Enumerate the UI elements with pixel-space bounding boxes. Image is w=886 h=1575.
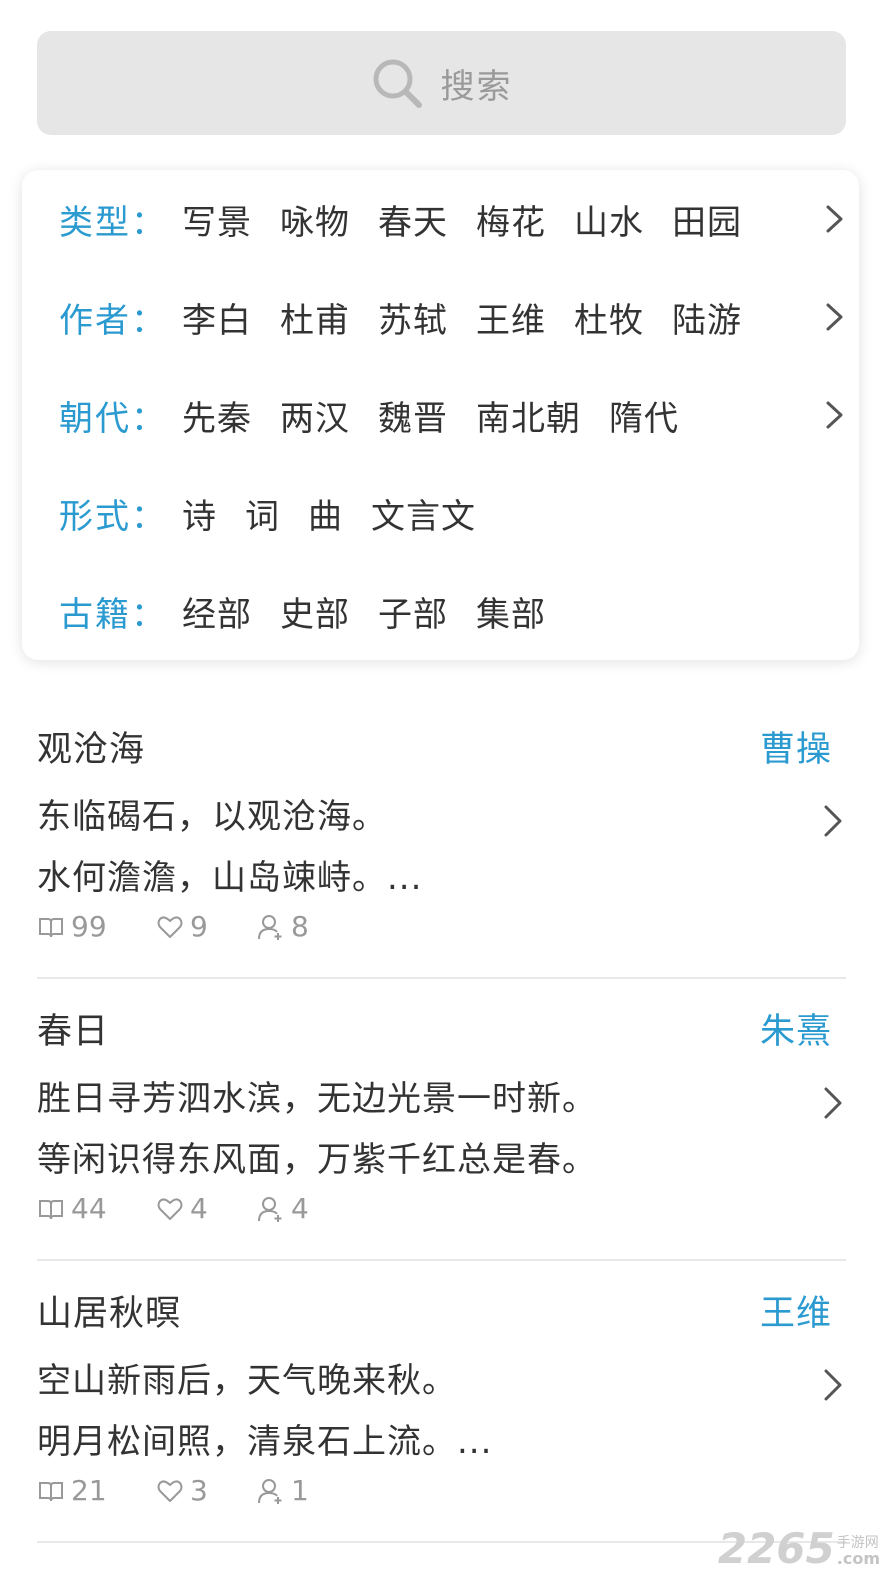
reads-stat: 44 (37, 1192, 156, 1225)
filter-option[interactable]: 子部 (378, 587, 448, 636)
reads-count: 44 (71, 1192, 107, 1225)
poem-title: 春日 (37, 1012, 110, 1052)
filter-option[interactable]: 史部 (280, 587, 350, 636)
filter-option[interactable]: 苏轼 (378, 293, 448, 342)
filter-option[interactable]: 田园 (672, 195, 742, 244)
filter-option[interactable]: 王维 (476, 293, 546, 342)
filter-label-type: 类型： (59, 202, 167, 243)
reads-stat: 21 (37, 1474, 156, 1507)
poem-line: 水何澹澹，山岛竦峙。... (37, 858, 423, 898)
filter-option[interactable]: 咏物 (280, 195, 350, 244)
likes-stat[interactable]: 3 (156, 1474, 257, 1507)
filter-option[interactable]: 杜牧 (574, 293, 644, 342)
poem-list-item[interactable]: 春日 朱熹 胜日寻芳泗水滨，无边光景一时新。 等闲识得东风面，万紫千红总是春。 … (37, 979, 846, 1261)
watermark-side: 手游网 .com (837, 1535, 880, 1567)
filter-options-type: 写景 咏物 春天 梅花 山水 田园 (182, 195, 770, 244)
reads-count: 21 (71, 1474, 107, 1507)
filter-options-form: 诗 词 曲 文言文 (182, 489, 504, 538)
poem-line: 明月松间照，清泉石上流。... (37, 1422, 493, 1462)
users-count: 8 (291, 910, 309, 943)
poem-author[interactable]: 曹操 (760, 721, 832, 772)
poem-stats: 21 3 1 (37, 1474, 337, 1507)
poem-line: 东临碣石，以观沧海。 (37, 797, 387, 837)
poem-author[interactable]: 朱熹 (760, 1003, 832, 1054)
filter-row-dynasty: 朝代： 先秦 两汉 魏晋 南北朝 隋代 (22, 366, 859, 464)
poem-line: 胜日寻芳泗水滨，无边光景一时新。 (37, 1079, 597, 1119)
poem-stats: 44 4 4 (37, 1192, 337, 1225)
filter-option[interactable]: 春天 (378, 195, 448, 244)
filter-row-classics: 古籍： 经部 史部 子部 集部 (22, 562, 859, 660)
filter-label-author: 作者： (59, 300, 167, 341)
filter-row-form: 形式： 诗 词 曲 文言文 (22, 464, 859, 562)
filter-option[interactable]: 诗 (182, 489, 217, 538)
filter-options-author: 李白 杜甫 苏轼 王维 杜牧 陆游 (182, 293, 770, 342)
filter-label-dynasty: 朝代： (59, 398, 167, 439)
filter-option[interactable]: 先秦 (182, 391, 252, 440)
chevron-right-icon[interactable] (819, 302, 849, 332)
watermark-logo: 2265 手游网 .com (718, 1524, 880, 1573)
filter-option[interactable]: 杜甫 (280, 293, 350, 342)
filter-option[interactable]: 经部 (182, 587, 252, 636)
users-stat: 8 (257, 910, 337, 943)
likes-stat[interactable]: 9 (156, 910, 257, 943)
chevron-right-icon (824, 1369, 842, 1401)
likes-stat[interactable]: 4 (156, 1192, 257, 1225)
poem-title: 山居秋暝 (37, 1294, 182, 1334)
search-icon (373, 59, 422, 108)
filter-option[interactable]: 文言文 (371, 489, 476, 538)
heart-icon (157, 915, 183, 938)
filter-option[interactable]: 李白 (182, 293, 252, 342)
filter-options-classics: 经部 史部 子部 集部 (182, 587, 574, 636)
filter-option[interactable]: 山水 (574, 195, 644, 244)
poem-author[interactable]: 王维 (760, 1285, 832, 1336)
chevron-right-icon[interactable] (819, 204, 849, 234)
search-placeholder: 搜索 (440, 66, 513, 107)
filter-option[interactable]: 词 (245, 489, 280, 538)
filter-panel: 类型： 写景 咏物 春天 梅花 山水 田园 作者： 李白 杜甫 苏轼 王维 杜牧… (22, 170, 859, 660)
book-icon (39, 1199, 63, 1219)
user-add-icon (258, 1196, 282, 1222)
poem-line: 等闲识得东风面，万紫千红总是春。 (37, 1140, 597, 1180)
poem-title: 观沧海 (37, 730, 146, 770)
reads-count: 99 (71, 910, 107, 943)
filter-option[interactable]: 陆游 (672, 293, 742, 342)
filter-option[interactable]: 曲 (308, 489, 343, 538)
likes-count: 3 (190, 1474, 208, 1507)
watermark-com: .com (836, 1549, 880, 1568)
poem-list-item[interactable]: 山居秋暝 王维 空山新雨后，天气晚来秋。 明月松间照，清泉石上流。... 21 … (37, 1261, 846, 1543)
filter-row-author: 作者： 李白 杜甫 苏轼 王维 杜牧 陆游 (22, 268, 859, 366)
chevron-right-icon (824, 805, 842, 837)
book-icon (39, 1481, 63, 1501)
poem-line: 空山新雨后，天气晚来秋。 (37, 1361, 457, 1401)
users-count: 1 (291, 1474, 309, 1507)
heart-icon (157, 1479, 183, 1502)
user-add-icon (258, 1478, 282, 1504)
filter-option[interactable]: 魏晋 (378, 391, 448, 440)
chevron-right-icon[interactable] (819, 400, 849, 430)
filter-option[interactable]: 写景 (182, 195, 252, 244)
likes-count: 9 (190, 910, 208, 943)
filter-option[interactable]: 集部 (476, 587, 546, 636)
filter-option[interactable]: 两汉 (280, 391, 350, 440)
filter-option[interactable]: 隋代 (609, 391, 679, 440)
user-add-icon (258, 914, 282, 940)
filter-options-dynasty: 先秦 两汉 魏晋 南北朝 隋代 (182, 391, 707, 440)
watermark-number: 2265 (717, 1524, 835, 1573)
users-stat: 1 (257, 1474, 337, 1507)
filter-label-form: 形式： (59, 496, 167, 537)
search-bar[interactable]: 搜索 (37, 31, 846, 135)
likes-count: 4 (190, 1192, 208, 1225)
heart-icon (157, 1197, 183, 1220)
poem-stats: 99 9 8 (37, 910, 337, 943)
book-icon (39, 917, 63, 937)
users-count: 4 (291, 1192, 309, 1225)
users-stat: 4 (257, 1192, 337, 1225)
filter-row-type: 类型： 写景 咏物 春天 梅花 山水 田园 (22, 170, 859, 268)
filter-option[interactable]: 梅花 (476, 195, 546, 244)
filter-option[interactable]: 南北朝 (476, 391, 581, 440)
reads-stat: 99 (37, 910, 156, 943)
filter-label-classics: 古籍： (59, 594, 167, 635)
poem-list-item[interactable]: 观沧海 曹操 东临碣石，以观沧海。 水何澹澹，山岛竦峙。... 99 9 8 (37, 697, 846, 979)
chevron-right-icon (824, 1087, 842, 1119)
